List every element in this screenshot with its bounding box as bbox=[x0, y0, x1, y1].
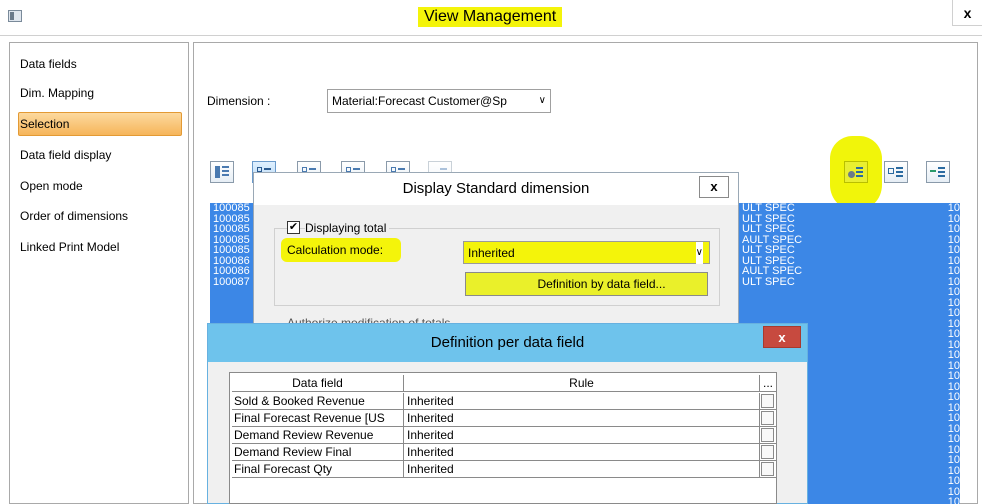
table-row[interactable]: Demand Review Revenue Inherited bbox=[232, 427, 776, 444]
list-item-spec: ULT SPEC bbox=[742, 203, 795, 214]
window-titlebar: View Management x bbox=[0, 0, 982, 36]
display-settings-button[interactable] bbox=[844, 161, 868, 183]
list-item[interactable]: 10 bbox=[738, 308, 960, 319]
chevron-down-icon: ∨ bbox=[695, 242, 703, 264]
list-item-value: 10 bbox=[947, 475, 960, 487]
ellipsis-button[interactable] bbox=[761, 462, 774, 476]
list-item[interactable]: ULT SPEC 10 bbox=[738, 275, 960, 288]
indent-arrow-icon bbox=[930, 165, 946, 179]
list-item-value: 10 bbox=[947, 412, 960, 424]
displaying-total-checkbox[interactable]: ✔ bbox=[287, 221, 300, 234]
list-item-value: 10 bbox=[947, 391, 960, 403]
dialog-close-button[interactable]: x bbox=[699, 176, 729, 198]
list-item-value: 10 bbox=[947, 307, 960, 319]
list-item-value: 10 bbox=[947, 244, 960, 256]
list-item[interactable]: ULT SPEC 10 bbox=[738, 224, 960, 235]
column-header-data-field[interactable]: Data field bbox=[232, 375, 404, 392]
rule-cell[interactable]: Inherited bbox=[404, 461, 760, 478]
list-item[interactable]: 10 bbox=[738, 287, 960, 298]
chevron-down-icon: ∨ bbox=[538, 95, 546, 106]
window-close-button[interactable]: x bbox=[952, 0, 982, 26]
indent-list-button[interactable] bbox=[926, 161, 950, 183]
data-field-cell: Demand Review Final bbox=[232, 444, 404, 461]
nav-item-linked-print-model[interactable]: Linked Print Model bbox=[18, 236, 182, 260]
dialog-close-button[interactable]: x bbox=[763, 326, 801, 348]
displaying-total-label: Displaying total bbox=[305, 221, 390, 235]
nav-item-open-mode[interactable]: Open mode bbox=[18, 175, 182, 199]
table-row[interactable]: Final Forecast Revenue [US Inherited bbox=[232, 410, 776, 427]
list-item-spec: ULT SPEC bbox=[742, 275, 795, 288]
ellipsis-button[interactable] bbox=[761, 445, 774, 459]
ellipsis-button[interactable] bbox=[761, 428, 774, 442]
calculation-mode-select[interactable]: Inherited ∨ bbox=[463, 241, 710, 264]
nav-item-data-field-display[interactable]: Data field display bbox=[18, 144, 182, 168]
table-header: Data field Rule ... bbox=[232, 375, 776, 392]
list-item[interactable]: AULT SPEC 10 bbox=[738, 266, 960, 277]
expand-icon bbox=[888, 165, 904, 179]
window-title: View Management bbox=[418, 7, 563, 27]
layout-tree-button[interactable] bbox=[210, 161, 234, 183]
list-item-value: 10 bbox=[947, 370, 960, 382]
rule-cell[interactable]: Inherited bbox=[404, 393, 760, 410]
nav-item-order-of-dimensions[interactable]: Order of dimensions bbox=[18, 205, 182, 229]
calculation-mode-value: Inherited bbox=[468, 246, 515, 260]
list-item-value: 10 bbox=[947, 223, 960, 235]
app-icon bbox=[8, 10, 22, 22]
data-field-cell: Sold & Booked Revenue bbox=[232, 393, 404, 410]
list-layout-icon bbox=[214, 165, 230, 179]
rule-cell[interactable]: Inherited bbox=[404, 427, 760, 444]
list-item-value: 10 bbox=[947, 203, 960, 214]
rule-cell[interactable]: Inherited bbox=[404, 410, 760, 427]
table-row[interactable]: Demand Review Final Inherited bbox=[232, 444, 776, 461]
expand-list-button[interactable] bbox=[884, 161, 908, 183]
dialog-title: Definition per data field bbox=[208, 324, 807, 362]
list-item[interactable]: ULT SPEC 10 bbox=[738, 245, 960, 256]
ellipsis-button[interactable] bbox=[761, 411, 774, 425]
table-row[interactable]: Final Forecast Qty Inherited bbox=[232, 461, 776, 478]
nav-item-dim-mapping[interactable]: Dim. Mapping bbox=[18, 82, 182, 106]
nav-item-data-fields[interactable]: Data fields bbox=[18, 53, 182, 77]
dimension-select[interactable]: Material:Forecast Customer@Sp ∨ bbox=[327, 89, 551, 113]
dialog-title: Display Standard dimension bbox=[254, 173, 738, 205]
definition-by-data-field-button[interactable]: Definition by data field... bbox=[465, 272, 708, 296]
list-item[interactable]: 10 bbox=[738, 297, 960, 309]
list-item-value: 10 bbox=[947, 454, 960, 466]
data-field-cell: Final Forecast Revenue [US bbox=[232, 410, 404, 427]
table-row[interactable]: Sold & Booked Revenue Inherited bbox=[232, 393, 776, 410]
calculation-mode-label: Calculation mode: bbox=[281, 238, 401, 262]
settings-list-icon bbox=[848, 165, 864, 179]
ellipsis-button[interactable] bbox=[761, 394, 774, 408]
list-item-value: 10 bbox=[947, 265, 960, 277]
list-item-value: 10 bbox=[947, 433, 960, 445]
list-item-spec: AULT SPEC bbox=[742, 265, 803, 277]
list-item-value: 10 bbox=[947, 349, 960, 361]
column-header-more[interactable]: ... bbox=[760, 375, 776, 392]
data-field-cell: Demand Review Revenue bbox=[232, 427, 404, 444]
left-nav: Data fields Dim. Mapping Selection Data … bbox=[9, 42, 189, 504]
list-item-value: 10 bbox=[947, 328, 960, 340]
list-item-value: 10 bbox=[947, 286, 960, 298]
list-item-spec: ULT SPEC bbox=[742, 244, 795, 256]
data-field-cell: Final Forecast Qty bbox=[232, 461, 404, 478]
column-header-rule[interactable]: Rule bbox=[404, 375, 760, 392]
nav-item-selection[interactable]: Selection bbox=[18, 112, 182, 136]
list-item-spec: ULT SPEC bbox=[742, 223, 795, 235]
rule-cell[interactable]: Inherited bbox=[404, 444, 760, 461]
list-item[interactable]: ULT SPEC 10 bbox=[738, 203, 960, 214]
list-item-value: 10 bbox=[947, 496, 960, 504]
dimension-label: Dimension : bbox=[207, 94, 271, 108]
dimension-value: Material:Forecast Customer@Sp bbox=[332, 94, 507, 108]
